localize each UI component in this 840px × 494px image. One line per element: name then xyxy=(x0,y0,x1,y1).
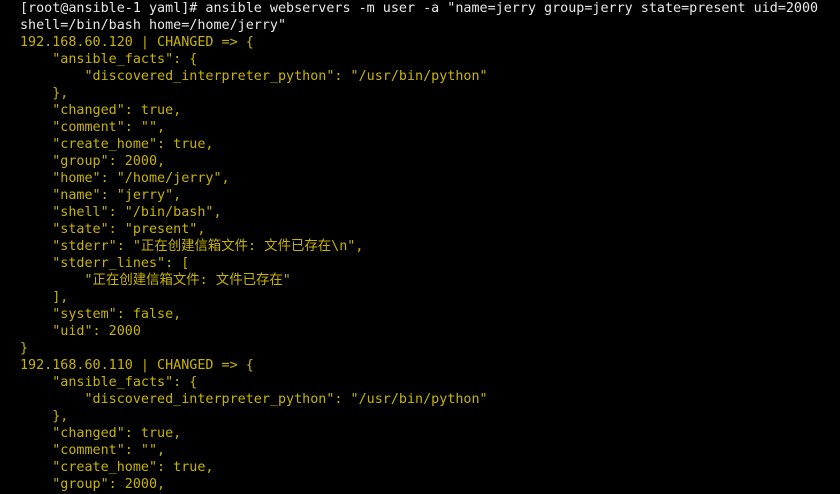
output-line: "changed": true, xyxy=(20,103,182,118)
output-line: "正在创建信箱文件: 文件已存在" xyxy=(20,273,291,288)
output-line: "comment": "", xyxy=(20,120,166,135)
output-line: "create_home": true, xyxy=(20,137,214,152)
command-line-continuation: shell=/bin/bash home=/home/jerry" xyxy=(20,18,287,33)
output-line: "stderr": "正在创建信箱文件: 文件已存在\n", xyxy=(20,239,364,254)
output-line: }, xyxy=(20,409,69,424)
output-line: "name": "jerry", xyxy=(20,188,182,203)
output-line: "create_home": true, xyxy=(20,460,214,475)
output-line: } xyxy=(20,341,29,356)
host-result-header: 192.168.60.120 | CHANGED => { xyxy=(20,35,254,50)
output-line: "discovered_interpreter_python": "/usr/b… xyxy=(20,69,488,84)
output-line: "ansible_facts": { xyxy=(20,375,198,390)
output-line: "discovered_interpreter_python": "/usr/b… xyxy=(20,392,488,407)
output-line: }, xyxy=(20,86,69,101)
output-line: "state": "present", xyxy=(20,222,206,237)
terminal-window[interactable]: [root@ansible-1 yaml]# ansible webserver… xyxy=(0,0,840,494)
output-line: "changed": true, xyxy=(20,426,182,441)
command-line: [root@ansible-1 yaml]# ansible webserver… xyxy=(20,1,819,16)
output-line: "group": 2000, xyxy=(20,154,166,169)
output-line: "system": false, xyxy=(20,307,182,322)
output-line: "stderr_lines": [ xyxy=(20,256,190,271)
output-line: ], xyxy=(20,290,69,305)
output-line: "comment": "", xyxy=(20,443,166,458)
output-line: "home": "/home/jerry", xyxy=(20,171,230,186)
output-line: "uid": 2000 xyxy=(20,324,141,339)
host-result-header: 192.168.60.110 | CHANGED => { xyxy=(20,358,254,373)
output-line: "group": 2000, xyxy=(20,477,166,492)
output-line: "ansible_facts": { xyxy=(20,52,198,67)
output-line: "shell": "/bin/bash", xyxy=(20,205,222,220)
